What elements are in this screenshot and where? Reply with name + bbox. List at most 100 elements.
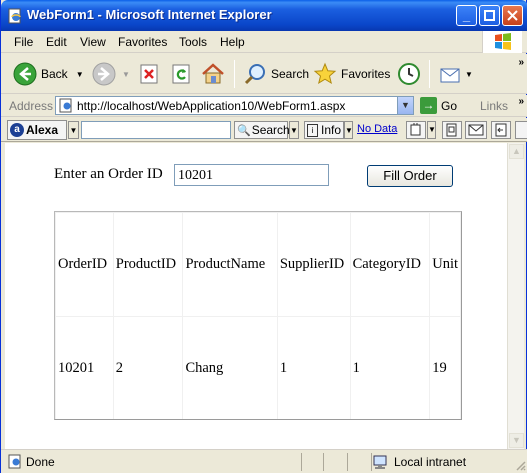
menu-tools[interactable]: Tools	[179, 35, 207, 49]
fill-order-button[interactable]: Fill Order	[367, 165, 453, 187]
address-url[interactable]: http://localhost/WebApplication10/WebFor…	[77, 99, 345, 113]
menu-edit[interactable]: Edit	[46, 35, 67, 49]
header-product-name: ProductName	[182, 212, 278, 317]
alexa-traffic-dropdown-icon[interactable]: ▼	[427, 121, 436, 139]
back-page-icon	[495, 123, 507, 137]
menu-file[interactable]: File	[14, 35, 33, 49]
address-bar: Address http://localhost/WebApplication1…	[1, 95, 527, 117]
magnifier-icon: 🔍	[237, 124, 251, 137]
back-label: Back	[41, 67, 68, 81]
favorites-label: Favorites	[341, 67, 391, 81]
header-unit: Unit	[429, 212, 461, 317]
refresh-icon	[172, 64, 190, 84]
favorites-star-icon	[313, 62, 337, 85]
order-id-input[interactable]	[174, 164, 329, 186]
alexa-search-input[interactable]	[81, 121, 231, 139]
refresh-button[interactable]	[171, 60, 193, 88]
alexa-back-button[interactable]	[491, 121, 511, 139]
mail-icon	[440, 68, 460, 83]
cell-unit: 19	[429, 316, 461, 419]
minimize-button[interactable]: _	[456, 5, 477, 26]
header-category-id: CategoryID	[349, 212, 431, 317]
alexa-menu-dropdown-icon[interactable]: ▼	[68, 121, 79, 139]
alexa-traffic-button[interactable]	[406, 121, 426, 139]
order-details-grid: OrderID ProductID ProductName SupplierID…	[54, 211, 462, 420]
alexa-info-label: Info	[321, 123, 342, 137]
stop-button[interactable]	[139, 60, 161, 88]
zone-label: Local intranet	[394, 455, 467, 469]
alexa-search-label: Search	[251, 123, 290, 137]
close-button[interactable]	[502, 5, 523, 26]
back-arrow-icon	[13, 62, 37, 86]
address-field[interactable]: http://localhost/WebApplication10/WebFor…	[55, 96, 414, 115]
scroll-down-icon[interactable]: ▼	[509, 433, 524, 448]
header-supplier-id: SupplierID	[276, 212, 351, 317]
history-icon	[398, 63, 420, 85]
info-icon: i	[307, 123, 318, 137]
go-label: Go	[441, 98, 458, 113]
windows-logo	[482, 31, 522, 53]
forward-arrow-icon	[92, 62, 116, 86]
cell-product-id: 2	[112, 316, 184, 419]
home-button[interactable]	[201, 60, 225, 88]
status-text: Done	[26, 455, 55, 469]
mail-button[interactable]: ▼	[439, 60, 473, 88]
maximize-button[interactable]	[479, 5, 500, 26]
close-icon	[507, 10, 518, 21]
window-title: WebForm1 - Microsoft Internet Explorer	[27, 7, 272, 22]
alexa-more-button[interactable]	[515, 121, 527, 139]
order-id-label: Enter an Order ID	[54, 166, 163, 182]
toolbar-overflow-icon[interactable]: »	[518, 57, 524, 68]
standard-toolbar: Back ▼ ▼ Search Favorites ▼ »	[1, 54, 527, 94]
alexa-info-button[interactable]: i Info	[304, 121, 344, 139]
address-label: Address	[9, 99, 54, 113]
cell-category-id: 1	[349, 316, 431, 419]
menu-view[interactable]: View	[80, 35, 106, 49]
cell-order-id: 10201	[55, 316, 114, 419]
page-icon	[59, 98, 72, 113]
page-content: Enter an Order ID Fill Order OrderID Pro…	[5, 143, 507, 449]
intranet-icon	[373, 455, 387, 469]
resize-grip-icon[interactable]	[514, 459, 526, 471]
header-product-id: ProductID	[112, 212, 184, 317]
vertical-scrollbar[interactable]: ▲ ▼	[507, 143, 524, 449]
windows-flag-icon	[495, 33, 511, 50]
address-dropdown-icon[interactable]: ▼	[397, 97, 413, 114]
menu-favorites[interactable]: Favorites	[118, 35, 167, 49]
header-order-id: OrderID	[55, 212, 114, 317]
cell-supplier-id: 1	[276, 316, 351, 419]
alexa-mail-button[interactable]	[465, 121, 487, 139]
title-bar: WebForm1 - Microsoft Internet Explorer _	[1, 0, 527, 31]
stop-icon	[140, 64, 158, 84]
no-data-link[interactable]: No Data	[357, 123, 397, 135]
table-header-row: OrderID ProductID ProductName SupplierID…	[55, 212, 461, 317]
browser-window: WebForm1 - Microsoft Internet Explorer _…	[0, 0, 527, 473]
links-button[interactable]: Links	[480, 99, 508, 113]
done-page-icon	[8, 454, 21, 469]
forward-dropdown-icon[interactable]: ▼	[122, 70, 130, 79]
history-button[interactable]	[397, 60, 421, 88]
mail-dropdown-icon[interactable]: ▼	[465, 70, 473, 79]
alexa-brand: Alexa	[26, 123, 59, 137]
go-button[interactable]: → Go	[420, 97, 457, 114]
alexa-info-dropdown-icon[interactable]: ▼	[344, 121, 353, 139]
links-overflow-icon[interactable]: »	[518, 96, 524, 107]
alexa-toolbar: a Alexa ▼ 🔍 Search ▼ i Info ▼ No Data ▼	[1, 118, 527, 142]
alexa-related-button[interactable]	[442, 121, 462, 139]
back-button[interactable]: Back ▼	[13, 60, 84, 88]
minimize-icon: _	[462, 8, 471, 23]
home-icon	[202, 63, 224, 84]
table-row: 10201 2 Chang 1 1 19	[55, 316, 461, 419]
back-dropdown-icon[interactable]: ▼	[76, 70, 84, 79]
security-zone: Local intranet	[371, 453, 491, 471]
alexa-logo-button[interactable]: a Alexa	[7, 120, 67, 140]
alexa-search-dropdown-icon[interactable]: ▼	[289, 121, 299, 139]
menu-help[interactable]: Help	[220, 35, 245, 49]
forward-button[interactable]: ▼	[92, 60, 130, 88]
favorites-button[interactable]: Favorites	[313, 60, 390, 88]
scroll-up-icon[interactable]: ▲	[509, 144, 524, 159]
alexa-logo-icon: a	[10, 123, 24, 137]
search-button[interactable]: Search	[243, 60, 309, 88]
alexa-search-button[interactable]: 🔍 Search	[234, 121, 290, 139]
search-label: Search	[271, 67, 310, 81]
